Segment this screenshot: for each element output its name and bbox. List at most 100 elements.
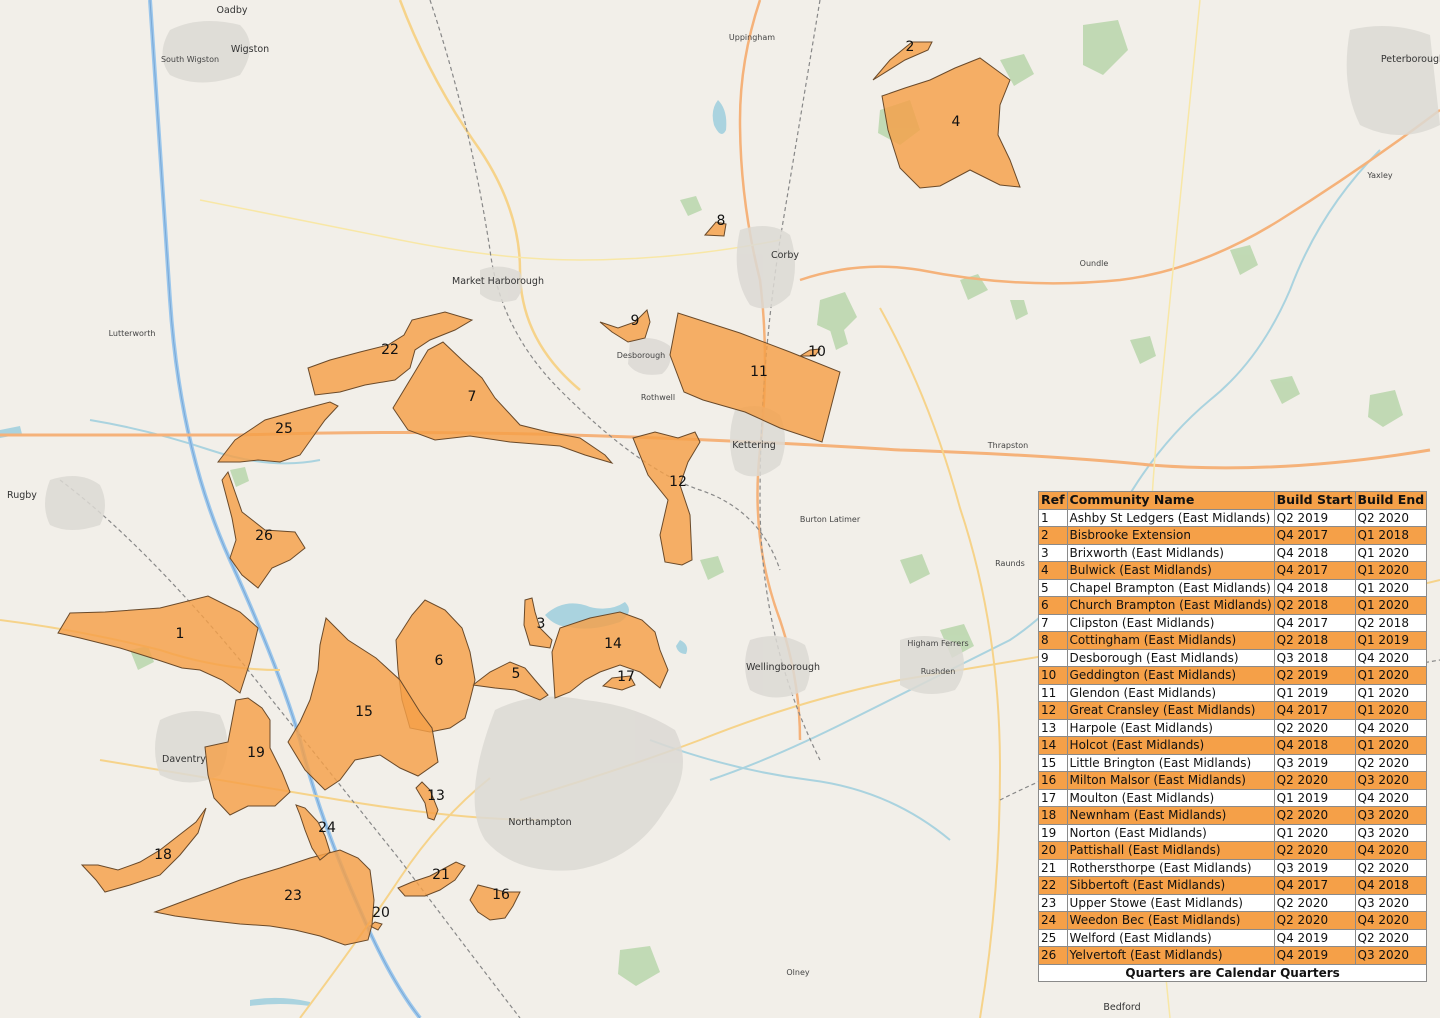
row-ref: 25 bbox=[1038, 928, 1068, 947]
table-row: 17 Moulton (East Midlands) Q1 2019 Q4 2020 bbox=[1038, 788, 1428, 807]
area-label: 7 bbox=[468, 389, 477, 405]
table-row: 8 Cottingham (East Midlands) Q2 2018 Q1 201… bbox=[1038, 631, 1428, 650]
row-end: Q2 2020 bbox=[1354, 753, 1428, 772]
row-end: Q4 2020 bbox=[1354, 841, 1428, 860]
table-row: 23 Upper Stowe (East Midlands) Q2 2020 Q3 2… bbox=[1038, 893, 1428, 912]
row-ref: 1 bbox=[1038, 508, 1068, 527]
row-start: Q2 2020 bbox=[1273, 806, 1356, 825]
row-start: Q4 2017 bbox=[1273, 701, 1356, 720]
table-row: 2 Bisbrooke Extension Q4 2017 Q1 2018 bbox=[1038, 526, 1428, 545]
area-label: 11 bbox=[750, 364, 768, 380]
row-start: Q1 2020 bbox=[1273, 823, 1356, 842]
row-start: Q2 2020 bbox=[1273, 718, 1356, 737]
area-label: 3 bbox=[537, 616, 546, 632]
header-end: Build End bbox=[1354, 491, 1428, 510]
row-start: Q4 2019 bbox=[1273, 928, 1356, 947]
table-row: 19 Norton (East Midlands) Q1 2020 Q3 2020 bbox=[1038, 823, 1428, 842]
town-label: Desborough bbox=[617, 351, 665, 360]
row-name: Chapel Brampton (East Midlands) bbox=[1066, 578, 1275, 597]
row-name: Clipston (East Midlands) bbox=[1066, 613, 1275, 632]
row-ref: 16 bbox=[1038, 771, 1068, 790]
row-ref: 11 bbox=[1038, 683, 1068, 702]
header-ref: Ref bbox=[1038, 491, 1068, 510]
row-end: Q1 2020 bbox=[1354, 701, 1428, 720]
area-label: 10 bbox=[808, 344, 826, 360]
table-row: 5 Chapel Brampton (East Midlands) Q4 2018 Q… bbox=[1038, 578, 1428, 597]
town-label: Lutterworth bbox=[109, 329, 156, 338]
table-row: 15 Little Brington (East Midlands) Q3 2019… bbox=[1038, 753, 1428, 772]
row-end: Q3 2020 bbox=[1354, 823, 1428, 842]
row-start: Q2 2018 bbox=[1273, 596, 1356, 615]
row-ref: 7 bbox=[1038, 613, 1068, 632]
row-start: Q3 2019 bbox=[1273, 753, 1356, 772]
area-label: 26 bbox=[255, 528, 273, 544]
area-label: 18 bbox=[154, 847, 172, 863]
row-name: Rothersthorpe (East Midlands) bbox=[1066, 858, 1275, 877]
row-name: Sibbertoft (East Midlands) bbox=[1066, 876, 1275, 895]
row-ref: 26 bbox=[1038, 946, 1068, 965]
row-end: Q2 2020 bbox=[1354, 858, 1428, 877]
row-name: Bulwick (East Midlands) bbox=[1066, 561, 1275, 580]
row-ref: 6 bbox=[1038, 596, 1068, 615]
area-label: 14 bbox=[604, 636, 622, 652]
row-ref: 12 bbox=[1038, 701, 1068, 720]
header-name: Community Name bbox=[1066, 491, 1275, 510]
row-ref: 22 bbox=[1038, 876, 1068, 895]
table-row: 26 Yelvertoft (East Midlands) Q4 2019 Q3 20… bbox=[1038, 946, 1428, 965]
row-end: Q3 2020 bbox=[1354, 946, 1428, 965]
row-start: Q1 2019 bbox=[1273, 788, 1356, 807]
town-label: Corby bbox=[771, 250, 799, 261]
row-start: Q4 2017 bbox=[1273, 526, 1356, 545]
area-label: 13 bbox=[427, 788, 445, 804]
row-name: Ashby St Ledgers (East Midlands) bbox=[1066, 508, 1275, 527]
table-row: 14 Holcot (East Midlands) Q4 2018 Q1 2020 bbox=[1038, 736, 1428, 755]
area-label: 23 bbox=[284, 888, 302, 904]
town-label: Yaxley bbox=[1366, 171, 1393, 180]
table-row: 24 Weedon Bec (East Midlands) Q2 2020 Q4 20… bbox=[1038, 911, 1428, 930]
area-label: 15 bbox=[355, 704, 373, 720]
table-row: 18 Newnham (East Midlands) Q2 2020 Q3 2020 bbox=[1038, 806, 1428, 825]
row-ref: 24 bbox=[1038, 911, 1068, 930]
row-start: Q1 2019 bbox=[1273, 683, 1356, 702]
row-end: Q4 2018 bbox=[1354, 876, 1428, 895]
area-label: 22 bbox=[381, 342, 399, 358]
row-start: Q4 2018 bbox=[1273, 578, 1356, 597]
area-label: 21 bbox=[432, 867, 450, 883]
row-name: Upper Stowe (East Midlands) bbox=[1066, 893, 1275, 912]
town-label: Kettering bbox=[732, 440, 776, 451]
row-name: Brixworth (East Midlands) bbox=[1066, 543, 1275, 562]
area-label: 2 bbox=[906, 39, 915, 55]
row-name: Milton Malsor (East Midlands) bbox=[1066, 771, 1275, 790]
area-label: 19 bbox=[247, 745, 265, 761]
row-end: Q3 2020 bbox=[1354, 806, 1428, 825]
row-end: Q1 2020 bbox=[1354, 596, 1428, 615]
legend-header-row: Ref Community Name Build Start Build End bbox=[1038, 491, 1428, 510]
area-label: 4 bbox=[952, 114, 961, 130]
row-ref: 8 bbox=[1038, 631, 1068, 650]
row-start: Q3 2019 bbox=[1273, 858, 1356, 877]
table-row: 1 Ashby St Ledgers (East Midlands) Q2 2019… bbox=[1038, 508, 1428, 527]
town-label: Market Harborough bbox=[452, 276, 544, 287]
row-start: Q2 2020 bbox=[1273, 841, 1356, 860]
row-ref: 10 bbox=[1038, 666, 1068, 685]
row-name: Bisbrooke Extension bbox=[1066, 526, 1275, 545]
row-name: Harpole (East Midlands) bbox=[1066, 718, 1275, 737]
row-end: Q2 2018 bbox=[1354, 613, 1428, 632]
legend-footer: Quarters are Calendar Quarters bbox=[1037, 963, 1428, 982]
row-ref: 4 bbox=[1038, 561, 1068, 580]
row-ref: 17 bbox=[1038, 788, 1068, 807]
town-label: Bedford bbox=[1103, 1002, 1140, 1013]
row-start: Q4 2017 bbox=[1273, 613, 1356, 632]
area-label: 5 bbox=[512, 666, 521, 682]
row-ref: 2 bbox=[1038, 526, 1068, 545]
row-name: Great Cransley (East Midlands) bbox=[1066, 701, 1275, 720]
row-end: Q1 2020 bbox=[1354, 736, 1428, 755]
table-row: 4 Bulwick (East Midlands) Q4 2017 Q1 2020 bbox=[1038, 561, 1428, 580]
row-end: Q2 2020 bbox=[1354, 928, 1428, 947]
area-label: 8 bbox=[717, 213, 726, 229]
town-label: Wellingborough bbox=[746, 662, 820, 673]
row-start: Q4 2019 bbox=[1273, 946, 1356, 965]
town-label: Thrapston bbox=[987, 441, 1029, 450]
town-label: Peterborough bbox=[1381, 54, 1440, 65]
row-start: Q2 2020 bbox=[1273, 771, 1356, 790]
